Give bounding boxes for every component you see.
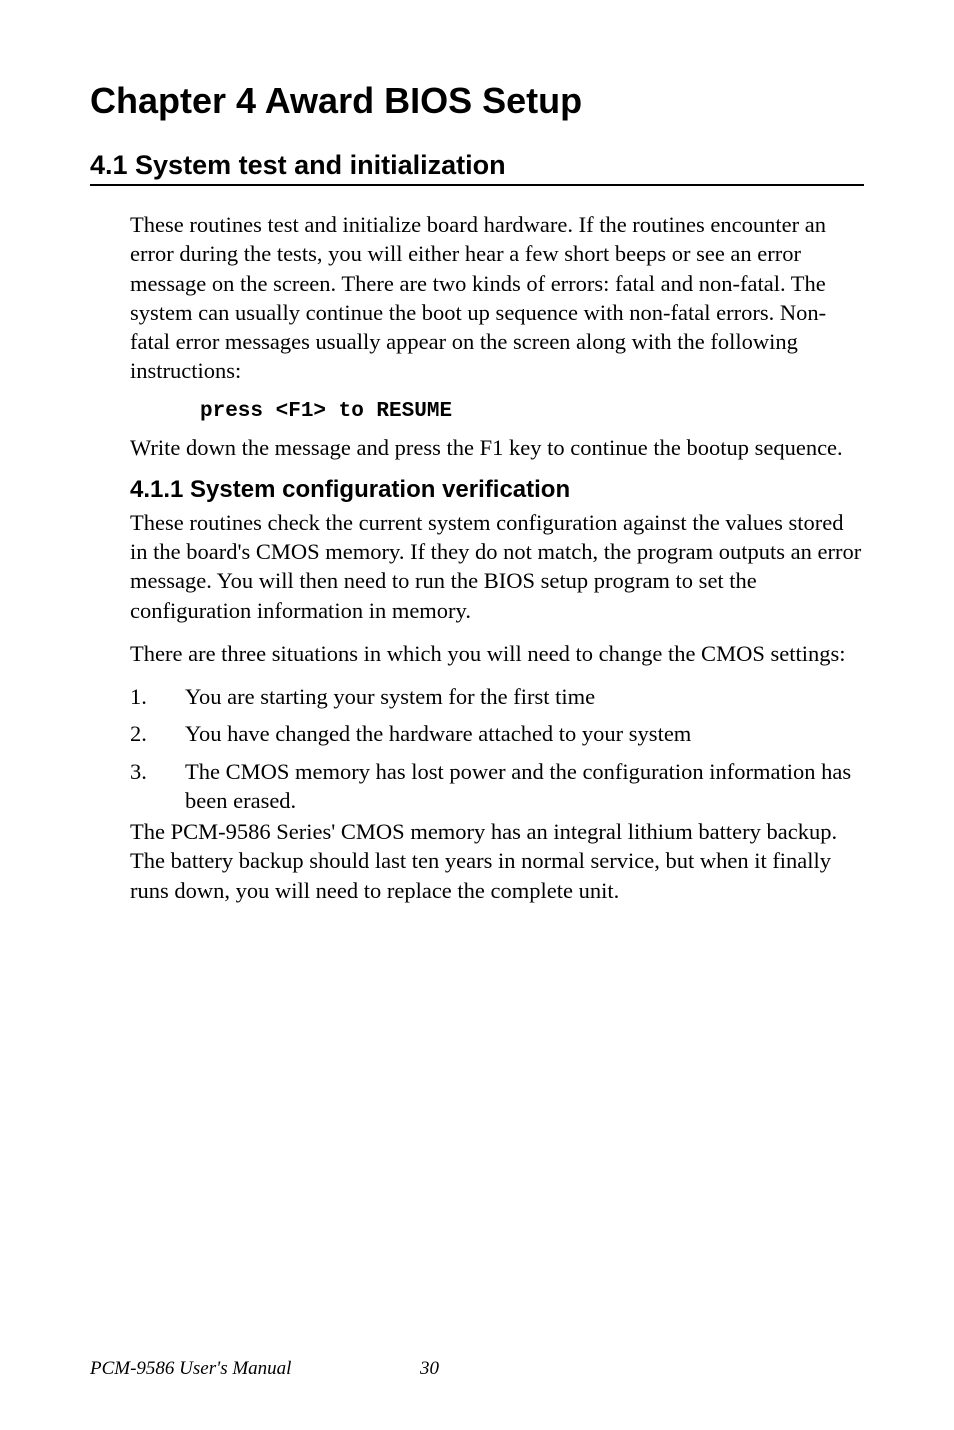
- list-number: 1.: [130, 682, 185, 711]
- list-text: The CMOS memory has lost power and the c…: [185, 757, 864, 816]
- list-item: 2. You have changed the hardware attache…: [130, 719, 864, 748]
- body-paragraph: There are three situations in which you …: [130, 639, 864, 668]
- chapter-title: Chapter 4 Award BIOS Setup: [90, 80, 864, 122]
- section-rule: [90, 184, 864, 186]
- section-title: 4.1 System test and initialization: [90, 150, 864, 181]
- body-paragraph: Write down the message and press the F1 …: [130, 433, 864, 462]
- list-text: You are starting your system for the fir…: [185, 682, 864, 711]
- code-instruction: press <F1> to RESUME: [200, 400, 864, 423]
- body-paragraph: These routines test and initialize board…: [130, 210, 864, 386]
- body-paragraph: The PCM-9586 Series' CMOS memory has an …: [130, 817, 864, 905]
- page-footer: PCM-9586 User's Manual 30: [90, 1358, 864, 1380]
- footer-manual-title: PCM-9586 User's Manual: [90, 1358, 291, 1379]
- list-text: You have changed the hardware attached t…: [185, 719, 864, 748]
- list-item: 1. You are starting your system for the …: [130, 682, 864, 711]
- subsection-title: 4.1.1 System configuration verification: [130, 476, 864, 504]
- list-item: 3. The CMOS memory has lost power and th…: [130, 757, 864, 816]
- list-number: 2.: [130, 719, 185, 748]
- body-paragraph: These routines check the current system …: [130, 508, 864, 625]
- list-number: 3.: [130, 757, 185, 816]
- footer-page-number: 30: [420, 1358, 439, 1380]
